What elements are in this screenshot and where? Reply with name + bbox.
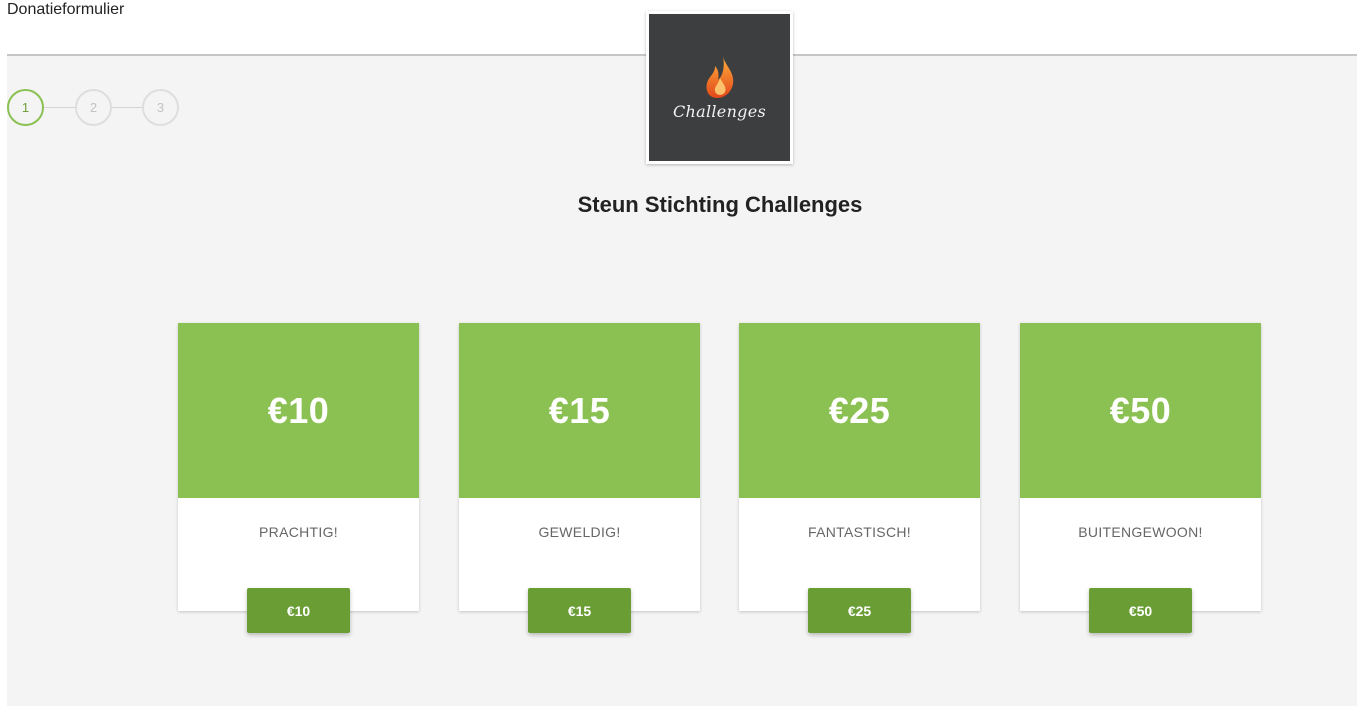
card-amount: €10 <box>178 323 419 498</box>
step-connector <box>44 107 75 108</box>
page-title: Donatieformulier <box>7 1 125 18</box>
donation-card-10[interactable]: €10 PRACHTIG! €10 <box>178 323 419 633</box>
donation-card-25[interactable]: €25 FANTASTISCH! €25 <box>739 323 980 633</box>
donate-25-button[interactable]: €25 <box>808 588 911 633</box>
card-amount: €50 <box>1020 323 1261 498</box>
step-3[interactable]: 3 <box>142 89 179 126</box>
step-1[interactable]: 1 <box>7 89 44 126</box>
stepper: 1 2 3 <box>7 89 187 127</box>
step-connector <box>112 107 142 108</box>
card-amount: €15 <box>459 323 700 498</box>
donate-10-button[interactable]: €10 <box>247 588 350 633</box>
organization-logo: Challenges <box>646 11 793 164</box>
donation-card-50[interactable]: €50 BUITENGEWOON! €50 <box>1020 323 1261 633</box>
page-heading: Steun Stichting Challenges <box>577 192 863 217</box>
donation-card-15[interactable]: €15 GEWELDIG! €15 <box>459 323 700 633</box>
donate-50-button[interactable]: €50 <box>1089 588 1192 633</box>
donate-15-button[interactable]: €15 <box>528 588 631 633</box>
logo-text: Challenges <box>672 102 766 121</box>
card-label: GEWELDIG! <box>538 524 621 540</box>
card-label: BUITENGEWOON! <box>1078 524 1203 540</box>
step-2[interactable]: 2 <box>75 89 112 126</box>
card-label: PRACHTIG! <box>259 524 338 540</box>
card-amount: €25 <box>739 323 980 498</box>
flame-icon <box>705 56 733 98</box>
card-label: FANTASTISCH! <box>808 524 911 540</box>
